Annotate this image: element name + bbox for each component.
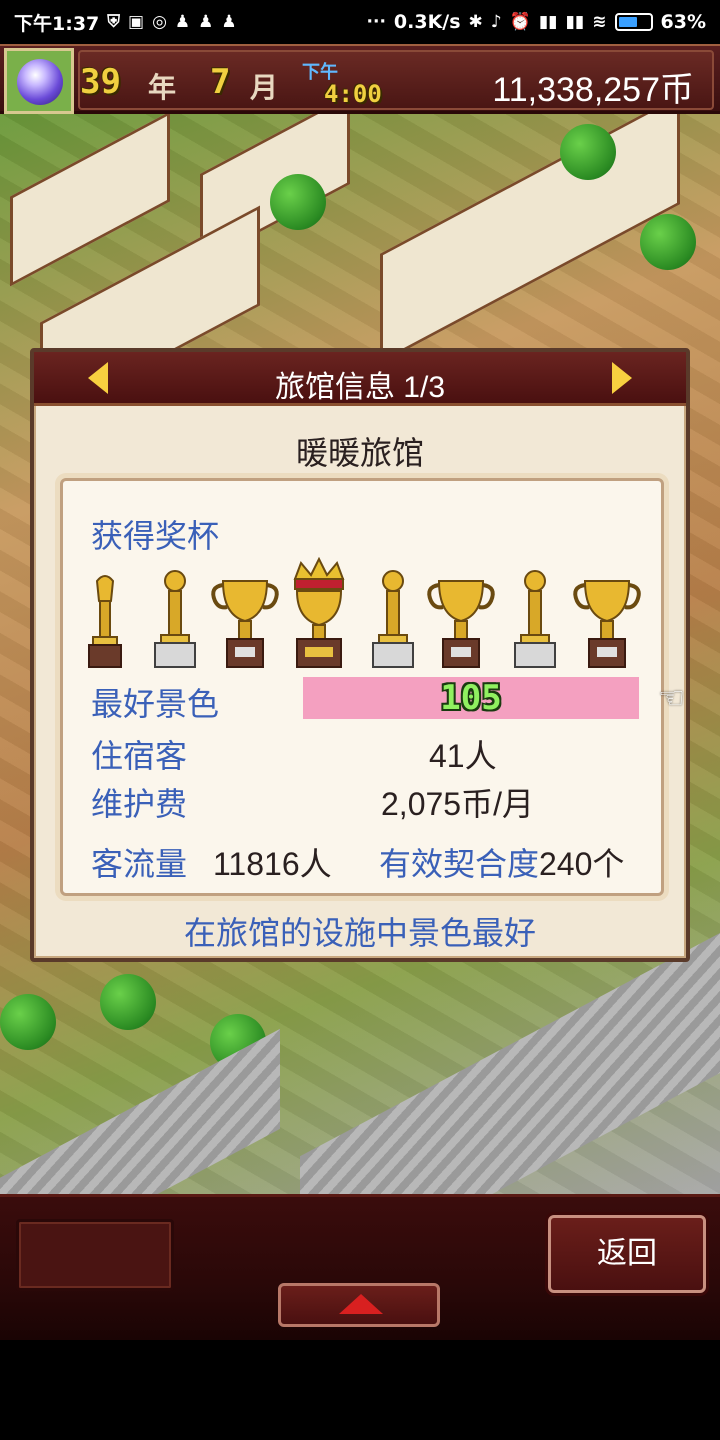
- back-button[interactable]: 返回: [548, 1215, 706, 1293]
- tree: [640, 214, 696, 270]
- battery-icon: [614, 13, 653, 31]
- date-money-panel: 39 年 7 月 下午 4:00 11,338,257币: [78, 50, 714, 110]
- combos-value: 240个: [539, 846, 625, 882]
- footer-note: 在旅馆的设施中景色最好: [183, 915, 536, 951]
- dialog-title: 旅馆信息 1/3: [274, 371, 446, 404]
- wifi-icon: ≋: [592, 11, 607, 32]
- trophy-icon: [83, 571, 127, 671]
- trophy-icon: [369, 567, 417, 671]
- game-hud: 39 年 7 月 下午 4:00 11,338,257币: [0, 44, 720, 114]
- combos-label: 有效契合度: [379, 846, 540, 882]
- wechat-icon: ◎: [152, 11, 167, 32]
- month-value: 7: [210, 62, 231, 102]
- upkeep-label: 维护费: [91, 786, 188, 822]
- trophy-icon: [207, 575, 283, 671]
- inn-name: 暖暖旅馆: [295, 435, 424, 471]
- scenery-value: 105: [440, 678, 502, 718]
- trophy-icon: [151, 567, 199, 671]
- system-nav-area: [0, 1340, 720, 1440]
- inn-info-dialog: 旅馆信息 1/3 暖暖旅馆 获得奖杯 最好景色 105 ☜ 住宿客 41人 维护…: [30, 348, 690, 962]
- year-value: 39: [80, 62, 121, 102]
- status-time: 下午1:37: [14, 12, 100, 35]
- up-arrow-icon: [339, 1294, 383, 1314]
- expand-menu-button[interactable]: [278, 1283, 440, 1327]
- money-value: 11,338,257币: [492, 71, 694, 109]
- building: [10, 114, 170, 287]
- status-bar: 下午1:37 ⛨ ▣ ◎ ♟ ♟ ♟ ··· 0.3K/s ✱ ♪ ⏰ ▮▮ ▮…: [0, 0, 720, 44]
- traffic-value: 11816人: [213, 846, 332, 882]
- month-unit: 月: [250, 71, 279, 104]
- stats-panel: 获得奖杯 最好景色 105 ☜ 住宿客 41人 维护费 2,075币/月 客流量…: [60, 478, 685, 896]
- qq-icon-3: ♟: [221, 11, 237, 32]
- trophy-row: [83, 557, 653, 671]
- signal-icon: ▮▮: [538, 11, 558, 32]
- trophies-label: 获得奖杯: [91, 518, 220, 554]
- crystal-orb-icon: [17, 59, 63, 105]
- traffic-label: 客流量: [91, 846, 188, 882]
- next-page-arrow-icon[interactable]: [612, 362, 632, 394]
- qq-icon: ♟: [174, 11, 191, 32]
- tree: [270, 174, 326, 230]
- guests-value: 41人: [429, 738, 497, 774]
- road: [0, 1028, 280, 1194]
- year-unit: 年: [148, 71, 177, 104]
- bottom-bar: 返回: [0, 1194, 720, 1340]
- tree: [560, 124, 616, 180]
- trophy-icon: [569, 575, 645, 671]
- alarm-icon: ⏰: [509, 11, 531, 32]
- scenery-label: 最好景色: [91, 686, 220, 722]
- trophy-icon: [511, 567, 559, 671]
- bluetooth-icon: ✱: [468, 11, 483, 32]
- signal-icon-2: ▮▮: [565, 11, 585, 32]
- dialog-titlebar: 旅馆信息 1/3: [34, 352, 686, 406]
- guests-label: 住宿客: [91, 738, 188, 774]
- shield-icon: ⛨: [107, 11, 121, 32]
- owner-portrait[interactable]: [4, 48, 74, 114]
- network-speed: 0.3K/s: [393, 11, 461, 33]
- more-icon: ···: [366, 11, 386, 32]
- upkeep-value: 2,075币/月: [381, 786, 534, 822]
- building: [380, 114, 680, 364]
- empty-slot-button[interactable]: [16, 1219, 174, 1291]
- trophy-icon: [423, 575, 499, 671]
- message-icon: ▣: [128, 11, 145, 32]
- qq-icon-2: ♟: [198, 11, 214, 32]
- clock-value: 4:00: [324, 80, 382, 108]
- pointing-hand-icon[interactable]: ☜: [658, 681, 685, 716]
- tree: [0, 994, 56, 1050]
- mute-icon: ♪: [490, 11, 502, 32]
- battery-percent: 63%: [660, 11, 706, 33]
- crown-trophy-icon: [287, 557, 351, 671]
- tree: [100, 974, 156, 1030]
